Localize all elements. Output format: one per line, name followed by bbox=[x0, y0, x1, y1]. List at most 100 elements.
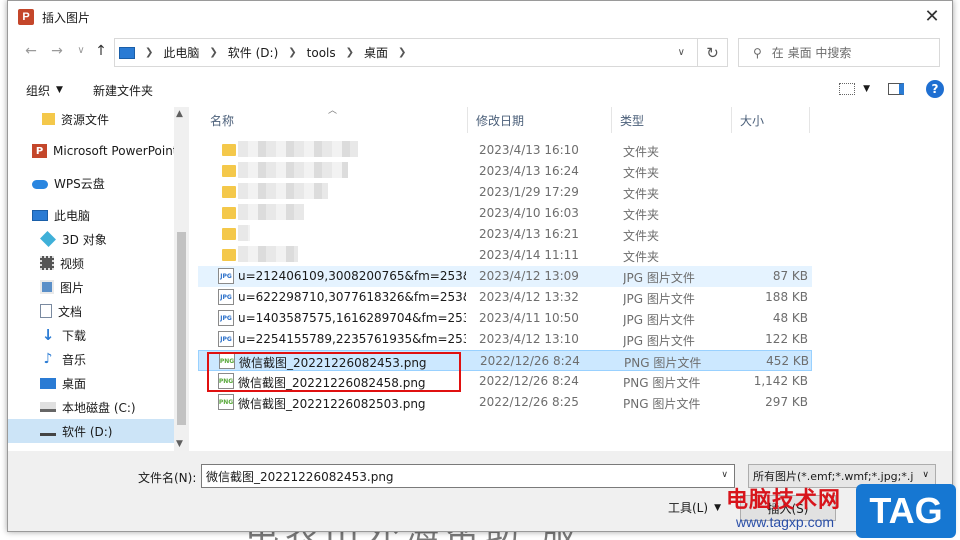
sidebar-item-powerpoint[interactable]: P Microsoft PowerPoint bbox=[8, 139, 178, 163]
sidebar-item-videos[interactable]: 视频 bbox=[8, 251, 174, 275]
powerpoint-app-icon: P bbox=[18, 9, 34, 25]
column-header-date[interactable]: 修改日期 bbox=[468, 107, 612, 133]
desktop-icon bbox=[40, 377, 56, 389]
jpg-file-icon: JPG bbox=[218, 331, 234, 347]
sidebar-item-label: 下载 bbox=[62, 328, 87, 343]
download-icon: ↓ bbox=[41, 326, 55, 344]
column-header-name[interactable]: 名称 bbox=[202, 107, 468, 133]
navigation-pane: 资源文件 P Microsoft PowerPoint WPS云盘 此电脑 3D… bbox=[8, 107, 188, 451]
file-size: 297 KB bbox=[765, 395, 808, 409]
watermark-text: 电脑技术网 bbox=[726, 488, 842, 513]
folder-icon bbox=[222, 249, 236, 261]
sidebar-item-label: 图片 bbox=[60, 280, 85, 295]
search-input[interactable]: ⚲ 在 桌面 中搜索 bbox=[738, 38, 940, 67]
table-row[interactable]: 2023/4/10 16:03 文件夹 bbox=[198, 203, 812, 224]
breadcrumb-tools[interactable]: tools bbox=[307, 46, 336, 60]
folder-icon bbox=[222, 186, 236, 198]
file-type: 文件夹 bbox=[623, 187, 660, 201]
file-date: 2022/12/26 8:24 bbox=[480, 354, 580, 368]
table-row[interactable]: 2023/4/13 16:21 文件夹 bbox=[198, 224, 812, 245]
powerpoint-icon: P bbox=[32, 144, 47, 158]
chevron-right-icon: ❯ bbox=[288, 47, 297, 58]
documents-icon bbox=[40, 304, 52, 318]
sidebar-item-wps-cloud[interactable]: WPS云盘 bbox=[8, 171, 174, 195]
blurred-name bbox=[238, 246, 298, 262]
breadcrumb-drive-d[interactable]: 软件 (D:) bbox=[228, 44, 278, 61]
caret-down-icon[interactable]: ▼ bbox=[863, 84, 870, 94]
table-row[interactable]: JPG u=1403587575,1616289704&fm=253... 20… bbox=[198, 308, 812, 329]
recent-locations-button[interactable]: ∨ bbox=[72, 45, 90, 56]
png-file-icon: PNG bbox=[218, 394, 234, 410]
sidebar-item-desktop[interactable]: 桌面 bbox=[8, 371, 174, 395]
column-header-size[interactable]: 大小 bbox=[732, 107, 810, 133]
command-bar: 组织 ▼ 新建文件夹 ▼ ? bbox=[8, 73, 952, 107]
new-folder-button[interactable]: 新建文件夹 bbox=[93, 82, 153, 99]
dialog-title: 插入图片 bbox=[42, 10, 91, 25]
file-type: JPG 图片文件 bbox=[623, 292, 695, 306]
scroll-up-icon[interactable]: ▲ bbox=[176, 109, 183, 119]
file-date: 2023/4/12 13:10 bbox=[479, 332, 579, 346]
chevron-right-icon: ❯ bbox=[345, 47, 355, 58]
table-row[interactable]: JPG u=212406109,3008200765&fm=253&... 20… bbox=[198, 266, 812, 287]
scrollbar-thumb[interactable] bbox=[177, 232, 186, 425]
table-row[interactable]: 2023/4/13 16:10 文件夹 bbox=[198, 140, 812, 161]
table-row[interactable]: 2023/1/29 17:29 文件夹 bbox=[198, 182, 812, 203]
sidebar-item-label: 视频 bbox=[60, 256, 85, 271]
table-row[interactable]: PNG 微信截图_20221226082503.png 2022/12/26 8… bbox=[198, 392, 812, 413]
breadcrumb-desktop[interactable]: 桌面 bbox=[364, 44, 388, 61]
column-header-type[interactable]: 类型 bbox=[612, 107, 732, 133]
table-row[interactable]: 2023/4/14 11:11 文件夹 bbox=[198, 245, 812, 266]
navigation-scrollbar[interactable]: ▲ ▼ bbox=[174, 107, 189, 451]
video-icon bbox=[40, 256, 54, 270]
table-row[interactable]: 2023/4/13 16:24 文件夹 bbox=[198, 161, 812, 182]
close-button[interactable]: ✕ bbox=[912, 1, 952, 31]
view-details-icon[interactable] bbox=[839, 83, 856, 95]
scroll-down-icon[interactable]: ▼ bbox=[176, 439, 183, 449]
refresh-button[interactable]: ↻ bbox=[697, 39, 727, 66]
folder-icon bbox=[222, 144, 236, 156]
sidebar-item-downloads[interactable]: ↓ 下载 bbox=[8, 323, 174, 347]
sidebar-item-label: 此电脑 bbox=[54, 208, 91, 223]
sidebar-item-music[interactable]: ♪ 音乐 bbox=[8, 347, 174, 371]
file-size: 122 KB bbox=[765, 332, 808, 346]
sidebar-item-software-d[interactable]: 软件 (D:) bbox=[8, 419, 174, 443]
folder-icon bbox=[222, 165, 236, 177]
preview-pane-icon[interactable] bbox=[888, 83, 904, 95]
sidebar-item-local-disk-c[interactable]: 本地磁盘 (C:) bbox=[8, 395, 174, 419]
organize-button[interactable]: 组织 ▼ bbox=[26, 82, 63, 99]
back-button[interactable]: ← bbox=[22, 43, 40, 59]
filename-input[interactable]: 微信截图_20221226082453.png ∨ bbox=[201, 464, 735, 488]
blurred-name bbox=[238, 162, 348, 178]
blurred-name bbox=[238, 204, 304, 220]
table-row[interactable]: JPG u=622298710,3077618326&fm=253&... 20… bbox=[198, 287, 812, 308]
watermark-url: www.tagxp.com bbox=[736, 514, 835, 530]
file-type: 文件夹 bbox=[623, 166, 660, 180]
file-size: 87 KB bbox=[772, 269, 808, 283]
sidebar-item-label: 资源文件 bbox=[61, 112, 110, 127]
sidebar-item-this-pc[interactable]: 此电脑 bbox=[8, 203, 174, 227]
table-row[interactable]: JPG u=2254155789,2235761935&fm=253... 20… bbox=[198, 329, 812, 350]
sidebar-item-pictures[interactable]: 图片 bbox=[8, 275, 174, 299]
tools-label: 工具(L) bbox=[668, 501, 709, 515]
file-date: 2023/4/14 11:11 bbox=[479, 248, 579, 262]
file-date: 2023/4/13 16:10 bbox=[479, 143, 579, 157]
folder-icon bbox=[222, 207, 236, 219]
jpg-file-icon: JPG bbox=[218, 310, 234, 326]
address-bar[interactable]: ❯ 此电脑 ❯ 软件 (D:) ❯ tools ❯ 桌面 ❯ ∨ ↻ bbox=[114, 38, 728, 67]
chevron-down-icon[interactable]: ∨ bbox=[678, 47, 685, 58]
file-name: u=1403587575,1616289704&fm=253... bbox=[238, 311, 466, 325]
forward-button[interactable]: → bbox=[48, 43, 66, 59]
sidebar-item-documents[interactable]: 文档 bbox=[8, 299, 174, 323]
file-date: 2023/4/13 16:21 bbox=[479, 227, 579, 241]
tools-button[interactable]: 工具(L) ▼ bbox=[668, 499, 721, 516]
breadcrumb-this-pc[interactable]: 此电脑 bbox=[163, 44, 199, 61]
computer-icon bbox=[32, 209, 48, 221]
help-button[interactable]: ? bbox=[926, 80, 944, 98]
blurred-name bbox=[238, 141, 358, 157]
sidebar-item-resource-files[interactable]: 资源文件 bbox=[8, 107, 174, 131]
sidebar-item-label: WPS云盘 bbox=[54, 176, 105, 191]
filename-label: 文件名(N): bbox=[138, 471, 197, 485]
sidebar-item-3d-objects[interactable]: 3D 对象 bbox=[8, 227, 174, 251]
chevron-down-icon[interactable]: ∨ bbox=[721, 470, 728, 480]
up-button[interactable]: ↑ bbox=[92, 43, 110, 59]
